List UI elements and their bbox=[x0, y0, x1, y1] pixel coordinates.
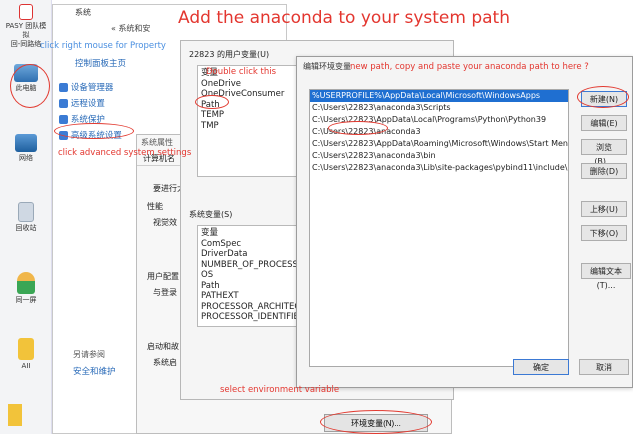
system-vars-list[interactable]: 变量 ComSpec DriverData NUMBER_OF_PROCESSO… bbox=[197, 225, 301, 327]
remote-settings-link[interactable]: 远程设置 bbox=[71, 99, 105, 109]
desktop-item-label: 回收站 bbox=[15, 224, 37, 232]
control-panel-home-link[interactable]: 控制面板主页 bbox=[75, 57, 126, 69]
desktop-item-label: 网络 bbox=[19, 154, 33, 162]
ok-button[interactable]: 确定 bbox=[513, 359, 569, 375]
highlight-path-var bbox=[195, 95, 229, 109]
list-item[interactable]: TMP bbox=[201, 121, 297, 132]
system-vars-label: 系统变量(S) bbox=[189, 210, 233, 219]
highlight-anaconda-path bbox=[328, 121, 388, 135]
path-entry[interactable]: %USERPROFILE%\AppData\Local\Microsoft\Wi… bbox=[310, 90, 568, 102]
delete-button[interactable]: 删除(D) bbox=[581, 163, 627, 179]
desktop-item-all[interactable]: AII bbox=[4, 338, 48, 371]
startup-desc: 系统启 bbox=[153, 358, 177, 367]
highlight-env-button bbox=[320, 410, 432, 434]
list-item[interactable]: TEMP bbox=[201, 110, 297, 121]
edit-environment-variable-dialog: 编辑环境变量 %USERPROFILE%\AppData\Local\Micro… bbox=[296, 56, 633, 388]
device-manager-link[interactable]: 设备管理器 bbox=[71, 83, 114, 93]
move-up-button[interactable]: 上移(U) bbox=[581, 201, 627, 217]
path-entry[interactable]: C:\Users\22823\anaconda3\Lib\site-packag… bbox=[310, 162, 568, 174]
path-entry[interactable]: C:\Users\22823\anaconda3\bin bbox=[310, 150, 568, 162]
move-down-button[interactable]: 下移(O) bbox=[581, 225, 627, 241]
advanced-settings-annotation: click advanced system settings bbox=[58, 148, 192, 158]
list-item[interactable]: ComSpec bbox=[201, 239, 297, 250]
network-icon bbox=[15, 134, 37, 152]
performance-desc: 视觉效 bbox=[153, 218, 177, 227]
shield-icon bbox=[59, 99, 68, 108]
remote-settings-link-row[interactable]: 远程设置 bbox=[59, 97, 105, 109]
shield-icon bbox=[59, 83, 68, 92]
browse-button[interactable]: 浏览(B)... bbox=[581, 139, 627, 166]
headline-annotation: Add the anaconda to your system path bbox=[178, 8, 510, 28]
list-item[interactable]: PATHEXT bbox=[201, 291, 297, 302]
user-vars-label: 22823 的用户变量(U) bbox=[189, 50, 270, 59]
performance-heading: 性能 bbox=[147, 202, 163, 211]
list-item[interactable]: DriverData bbox=[201, 249, 297, 260]
user-profile-heading: 用户配置 bbox=[147, 272, 179, 281]
path-entry[interactable]: C:\Users\22823\AppData\Roaming\Microsoft… bbox=[310, 138, 568, 150]
list-item[interactable]: PROCESSOR_ARCHITECT bbox=[201, 302, 300, 313]
list-item[interactable]: Path bbox=[201, 281, 297, 292]
select-env-annotation: select environment variable bbox=[220, 385, 340, 395]
list-item[interactable]: OneDrive bbox=[201, 79, 297, 90]
recycle-bin-icon bbox=[18, 202, 34, 222]
shield-icon bbox=[59, 115, 68, 124]
highlight-this-pc bbox=[10, 64, 50, 108]
double-click-annotation: Double click this bbox=[206, 67, 277, 77]
desktop-item-recycle-bin[interactable]: 回收站 bbox=[4, 202, 48, 233]
user-profile-desc: 与登录 bbox=[153, 288, 177, 297]
folder-icon[interactable] bbox=[8, 404, 22, 426]
see-also-heading: 另请参阅 bbox=[73, 350, 105, 359]
path-entry[interactable]: C:\Users\22823\anaconda3\Scripts bbox=[310, 102, 568, 114]
edit-button[interactable]: 编辑(E) bbox=[581, 115, 627, 131]
security-maintenance-link[interactable]: 安全和维护 bbox=[73, 365, 116, 377]
startup-heading: 启动和故 bbox=[147, 342, 179, 351]
document-icon bbox=[18, 338, 34, 360]
list-header: 变量 bbox=[201, 228, 219, 238]
list-item[interactable]: NUMBER_OF_PROCESSO bbox=[201, 260, 300, 271]
device-manager-link-row[interactable]: 设备管理器 bbox=[59, 81, 113, 93]
desktop-item-label: 同一屏 bbox=[15, 296, 37, 304]
list-item[interactable]: PROCESSOR_IDENTIFIER bbox=[201, 312, 300, 323]
desktop-item-user[interactable]: 同一屏 bbox=[4, 272, 48, 305]
desktop-item-label: PASY 团队模拟 bbox=[5, 22, 47, 39]
desktop-item-network[interactable]: 网络 bbox=[4, 134, 48, 163]
edit-text-button[interactable]: 编辑文本(T)... bbox=[581, 263, 631, 290]
user-icon bbox=[17, 272, 35, 294]
app-icon bbox=[19, 4, 33, 20]
cancel-button[interactable]: 取消 bbox=[579, 359, 629, 375]
desktop-item-label: AII bbox=[21, 362, 31, 370]
highlight-new-button bbox=[577, 86, 629, 108]
new-path-annotation: new path, copy and paste your anaconda p… bbox=[350, 62, 589, 72]
list-item[interactable]: OS bbox=[201, 270, 297, 281]
highlight-advanced-link bbox=[54, 123, 134, 139]
right-click-annotation: click right mouse for Property bbox=[40, 41, 166, 51]
user-vars-list[interactable]: 变量 OneDrive OneDriveConsumer Path TEMP T… bbox=[197, 65, 301, 177]
